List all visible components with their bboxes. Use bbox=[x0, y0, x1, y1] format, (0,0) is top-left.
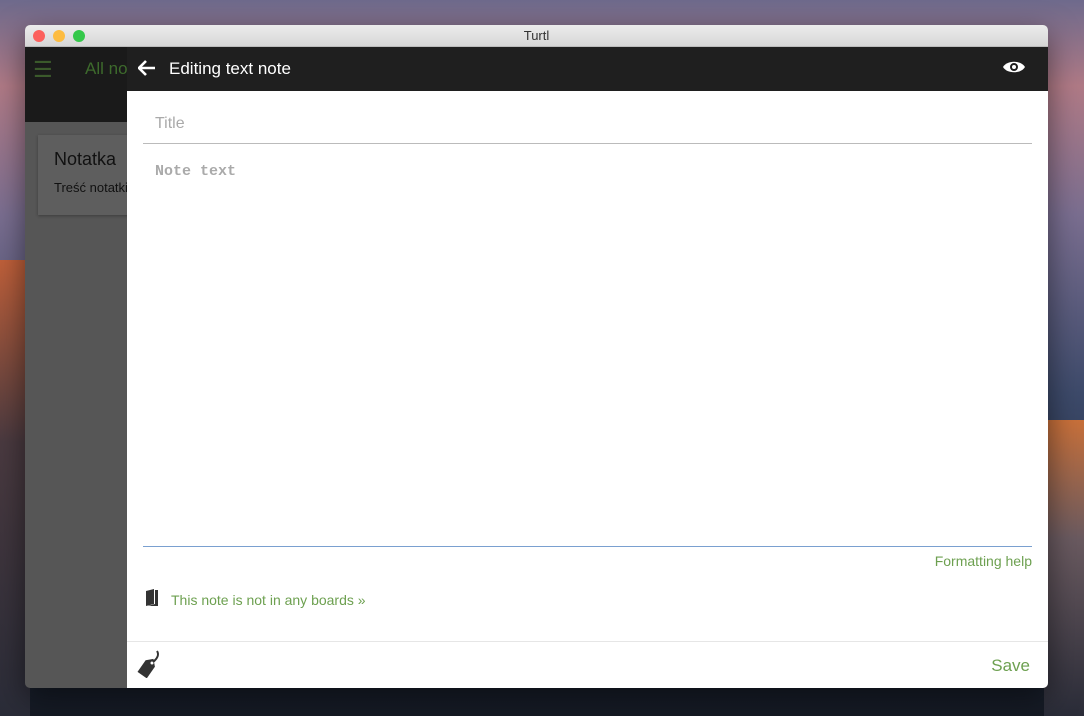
maximize-window-button[interactable] bbox=[73, 30, 85, 42]
modal-footer: Save bbox=[127, 641, 1048, 688]
title-bar: Turtl bbox=[25, 25, 1048, 47]
modal-title: Editing text note bbox=[169, 59, 291, 78]
preview-eye-icon[interactable] bbox=[1002, 59, 1026, 80]
turtl-logo-icon[interactable]: ☰ bbox=[33, 57, 73, 82]
back-arrow-icon[interactable] bbox=[127, 56, 167, 82]
tag-icon[interactable] bbox=[133, 648, 163, 683]
book-icon bbox=[145, 589, 159, 610]
boards-link[interactable]: This note is not in any boards » bbox=[171, 592, 366, 608]
edit-note-modal: Editing text note Formatting help This n… bbox=[127, 47, 1048, 688]
boards-row[interactable]: This note is not in any boards » bbox=[145, 589, 366, 610]
window-title: Turtl bbox=[523, 28, 550, 43]
formatting-help-link[interactable]: Formatting help bbox=[935, 553, 1032, 569]
minimize-window-button[interactable] bbox=[53, 30, 65, 42]
close-window-button[interactable] bbox=[33, 30, 45, 42]
save-button[interactable]: Save bbox=[991, 656, 1030, 676]
wallpaper bbox=[1044, 420, 1084, 716]
title-input[interactable] bbox=[143, 105, 1032, 144]
modal-header: Editing text note bbox=[127, 47, 1048, 91]
app-window: Turtl ☰ All notes Notatka Treść notatki … bbox=[25, 25, 1048, 688]
note-text-input[interactable] bbox=[143, 157, 1032, 547]
